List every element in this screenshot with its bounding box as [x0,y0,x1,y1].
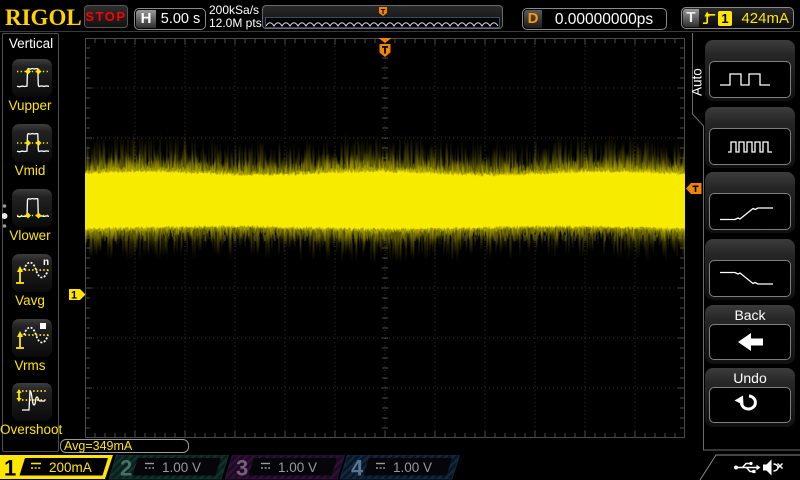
svg-text:200mA: 200mA [49,460,92,475]
svg-text:3: 3 [236,456,248,480]
svg-text:2: 2 [120,456,132,480]
svg-text:1.00 V: 1.00 V [393,460,432,475]
svg-text:1: 1 [71,290,77,301]
svg-text:1.00 V: 1.00 V [162,460,201,475]
svg-text:4: 4 [351,456,364,480]
svg-text:1: 1 [4,456,16,480]
svg-text:T: T [381,7,386,16]
svg-text:n: n [43,257,49,268]
svg-text:1.00 V: 1.00 V [278,460,317,475]
svg-text:Auto: Auto [690,68,705,96]
